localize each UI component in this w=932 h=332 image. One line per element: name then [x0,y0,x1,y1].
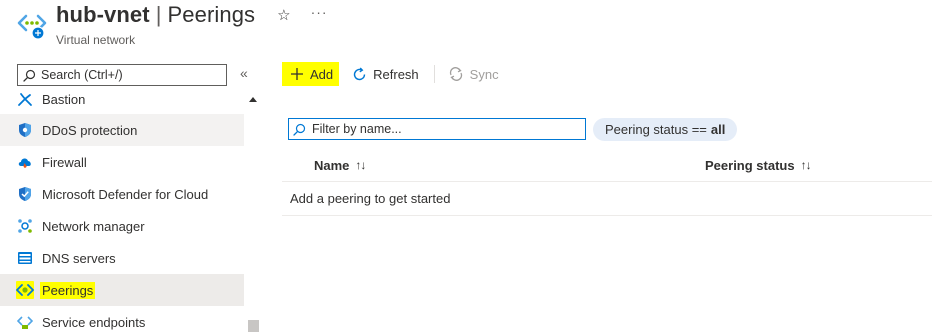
favorite-star-icon[interactable]: ☆ [277,6,290,24]
page-header: hub-vnet | Peerings ☆ ··· Virtual network [0,0,932,56]
plus-icon [291,68,303,80]
toolbar-divider [433,65,435,83]
sidebar-item-label: DNS servers [42,250,116,266]
menu-list: Bastion DDoS protection Firewall Microso… [0,84,244,332]
add-button[interactable]: Add [282,62,340,86]
sidebar-item-label: Service endpoints [42,314,146,330]
sidebar-item-ddos-protection[interactable]: DDoS protection [0,114,244,146]
column-header-name[interactable]: Name ↑↓ [314,148,366,182]
sidebar-item-label: Bastion [42,91,86,107]
sidebar-item-microsoft-defender-for-cloud[interactable]: Microsoft Defender for Cloud [0,178,244,210]
pill-prefix: Peering status == [605,122,707,137]
sidebar-item-label: Network manager [42,218,145,234]
menu-search-input[interactable] [41,68,221,82]
empty-state-message: Add a peering to get started [290,191,451,206]
main-content: Add Refresh Sync Peering status ==all Na… [262,56,932,332]
peerings-icon [16,281,34,299]
refresh-button-label: Refresh [373,66,419,82]
add-button-label: Add [310,66,334,82]
column-header-label: Name [314,157,350,173]
sidebar-item-bastion[interactable]: Bastion [0,84,244,114]
sidebar-item-label: Microsoft Defender for Cloud [42,186,209,202]
command-bar: Add Refresh Sync [282,62,502,86]
refresh-icon [353,67,366,80]
search-icon [293,123,306,136]
firewall-icon [16,153,34,171]
menu-search-box[interactable] [17,64,227,86]
sort-arrows-icon[interactable]: ↑↓ [801,158,812,172]
scroll-thumb[interactable] [248,320,259,332]
bastion-icon [16,90,34,108]
sync-icon [449,67,462,81]
filter-by-name-input[interactable] [312,122,572,136]
pill-value: all [710,122,726,137]
page-title: hub-vnet | Peerings [56,2,255,28]
title-separator: | [155,2,162,27]
ddos-shield-icon [16,121,34,139]
sidebar-item-firewall[interactable]: Firewall [0,146,244,178]
virtual-network-icon [17,14,47,40]
sidebar-item-label: Peerings [40,281,96,299]
empty-state-row: Add a peering to get started [282,182,932,216]
menu-scrollbar[interactable] [245,92,262,332]
sidebar-item-dns-servers[interactable]: DNS servers [0,242,244,274]
resource-type-subtitle: Virtual network [56,33,136,47]
refresh-button[interactable]: Refresh [349,62,422,86]
service-endpoints-icon [16,313,34,331]
sidebar-item-label: DDoS protection [42,122,138,138]
column-header-peering-status[interactable]: Peering status ↑↓ [705,148,812,182]
sort-arrows-icon[interactable]: ↑↓ [355,158,366,172]
sidebar-item-service-endpoints[interactable]: Service endpoints [0,306,244,332]
sync-button-label: Sync [469,66,499,82]
defender-shield-icon [16,185,34,203]
dns-servers-icon [16,249,34,267]
sidebar-item-label: Firewall [42,154,87,170]
more-options-icon[interactable]: ··· [311,4,328,20]
blade-name: Peerings [167,2,256,27]
peering-status-filter-pill[interactable]: Peering status == all [593,118,738,141]
resource-name: hub-vnet [56,2,150,27]
column-header-label: Peering status [705,157,795,173]
sidebar-item-peerings[interactable]: Peerings [0,274,244,306]
scroll-up-arrow-icon[interactable] [249,97,257,102]
search-icon [23,69,36,82]
collapse-menu-icon[interactable]: « [240,65,248,81]
network-manager-icon [16,217,34,235]
grid-header: Name ↑↓ Peering status ↑↓ [282,148,932,182]
sync-button[interactable]: Sync [445,62,502,86]
filter-box[interactable] [288,118,586,140]
sidebar-item-network-manager[interactable]: Network manager [0,210,244,242]
resource-menu: « Bastion DDoS protection Firewall Micro… [0,56,262,332]
